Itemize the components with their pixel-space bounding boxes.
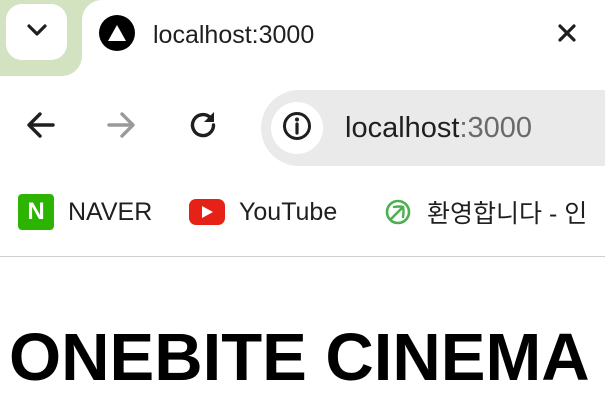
chevron-down-icon (26, 23, 48, 42)
youtube-icon (189, 199, 225, 225)
url-port: :3000 (459, 112, 533, 144)
triangle-logo-icon (99, 15, 135, 51)
bookmark-label: 환영합니다 - 인 (427, 200, 588, 228)
bookmark-naver[interactable]: N NAVER (18, 194, 153, 230)
url-host: localhost (345, 112, 460, 144)
page-content: ONEBITE CINEMA (0, 257, 605, 404)
bookmark-welcome[interactable]: 환영합니다 - 인 (383, 195, 587, 229)
tab-strip: localhost:3000 (0, 0, 605, 80)
page-title: ONEBITE CINEMA (9, 320, 590, 395)
url-text[interactable]: localhost:3000 (345, 110, 532, 146)
back-button[interactable] (19, 105, 63, 149)
arrow-right-icon (105, 109, 137, 146)
leaf-icon (383, 197, 413, 227)
reload-icon (187, 109, 219, 146)
site-info-button[interactable] (271, 102, 323, 154)
toolbar: localhost:3000 (0, 76, 605, 182)
bookmarks-bar: N NAVER YouTube 환영합니다 - 인 (0, 182, 605, 257)
bookmark-label: NAVER (68, 197, 153, 226)
tab-search-button[interactable] (6, 4, 67, 60)
info-icon (281, 110, 313, 147)
reload-button[interactable] (181, 105, 225, 149)
forward-button[interactable] (99, 105, 143, 149)
bookmark-youtube[interactable]: YouTube (189, 195, 337, 229)
naver-icon: N (18, 194, 54, 230)
tab-corner (62, 56, 82, 76)
browser-window: localhost:3000 localhost:3000 N NAVER Yo… (0, 0, 605, 404)
arrow-left-icon (25, 109, 57, 146)
address-bar[interactable]: localhost:3000 (261, 90, 605, 166)
close-icon[interactable] (550, 16, 584, 50)
tab-title: localhost:3000 (153, 21, 315, 49)
bookmark-label: YouTube (239, 197, 338, 226)
